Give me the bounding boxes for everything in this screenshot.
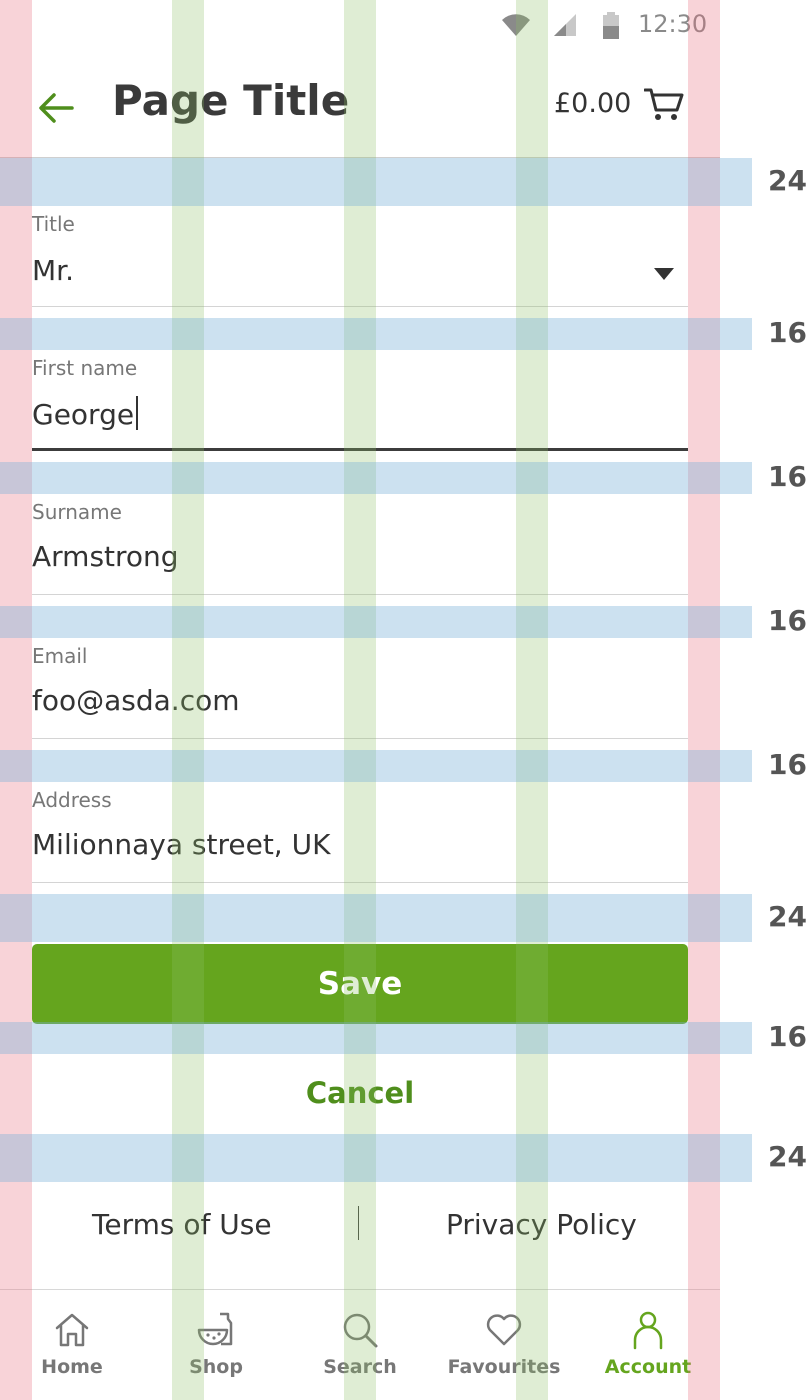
spacing-label: 16: [768, 1020, 806, 1053]
title-value: Mr.: [32, 254, 74, 287]
nav-item-shop[interactable]: Shop: [144, 1290, 288, 1400]
nav-label-favourites: Favourites: [447, 1356, 561, 1378]
chevron-down-icon[interactable]: [654, 268, 674, 280]
surname-input[interactable]: Armstrong: [32, 540, 179, 573]
first-name-field[interactable]: First name George: [32, 356, 688, 454]
email-field[interactable]: Email foo@asda.com: [32, 644, 688, 740]
heart-icon: [486, 1314, 522, 1346]
spacing-label: 24: [768, 900, 806, 933]
phone-screen: 12:30 Page Title £0.00 Title Mr. First n…: [0, 0, 720, 1400]
nav-item-search[interactable]: Search: [288, 1290, 432, 1400]
spacing-label: 16: [768, 316, 806, 349]
page-title: Page Title: [112, 76, 350, 125]
first-name-value: George: [32, 398, 135, 431]
cart-total[interactable]: £0.00: [554, 88, 631, 119]
terms-of-use-link[interactable]: Terms of Use: [92, 1208, 272, 1241]
spacing-label: 16: [768, 748, 806, 781]
field-underline: [32, 306, 688, 307]
footer-divider: [358, 1206, 359, 1240]
status-bar: 12:30: [0, 0, 720, 50]
search-icon: [343, 1313, 378, 1348]
nav-label-shop: Shop: [189, 1356, 243, 1378]
field-underline: [32, 594, 688, 595]
save-button[interactable]: Save: [32, 944, 688, 1024]
shopping-cart-icon[interactable]: [644, 86, 684, 122]
title-label: Title: [32, 212, 75, 236]
spacing-label: 16: [768, 460, 806, 493]
cancel-button[interactable]: Cancel: [32, 1060, 688, 1126]
address-label: Address: [32, 788, 112, 812]
nav-label-search: Search: [323, 1356, 397, 1378]
nav-label-home: Home: [41, 1356, 103, 1378]
app-header: Page Title £0.00: [0, 50, 720, 158]
field-underline: [32, 882, 688, 883]
first-name-label: First name: [32, 356, 138, 380]
wifi-icon: [502, 14, 530, 36]
field-underline-active: [32, 448, 688, 451]
text-cursor: [136, 396, 139, 430]
address-input[interactable]: Milionnaya street, UK: [32, 828, 330, 861]
privacy-policy-link[interactable]: Privacy Policy: [446, 1208, 637, 1241]
cellular-signal-icon: [554, 14, 576, 36]
title-select[interactable]: Title Mr.: [32, 212, 688, 308]
bottom-nav: Home Shop Search Favourites Account: [0, 1289, 720, 1400]
surname-label: Surname: [32, 500, 122, 524]
battery-icon: [603, 12, 619, 39]
surname-field[interactable]: Surname Armstrong: [32, 500, 688, 596]
email-label: Email: [32, 644, 88, 668]
back-arrow-icon[interactable]: [36, 88, 76, 128]
footer-links: Terms of Use Privacy Policy: [0, 1196, 720, 1256]
clock: 12:30: [638, 10, 708, 38]
nav-item-favourites[interactable]: Favourites: [432, 1290, 576, 1400]
account-icon: [633, 1311, 663, 1350]
nav-label-account: Account: [604, 1356, 692, 1378]
shop-icon: [197, 1312, 233, 1346]
home-icon: [55, 1313, 89, 1347]
spacing-label: 24: [768, 164, 806, 197]
spacing-label: 16: [768, 604, 806, 637]
nav-item-account[interactable]: Account: [576, 1290, 720, 1400]
nav-item-home[interactable]: Home: [0, 1290, 144, 1400]
address-field[interactable]: Address Milionnaya street, UK: [32, 788, 688, 884]
field-underline: [32, 738, 688, 739]
spacing-label: 24: [768, 1140, 806, 1173]
email-input[interactable]: foo@asda.com: [32, 684, 240, 717]
first-name-input[interactable]: George: [32, 396, 139, 431]
